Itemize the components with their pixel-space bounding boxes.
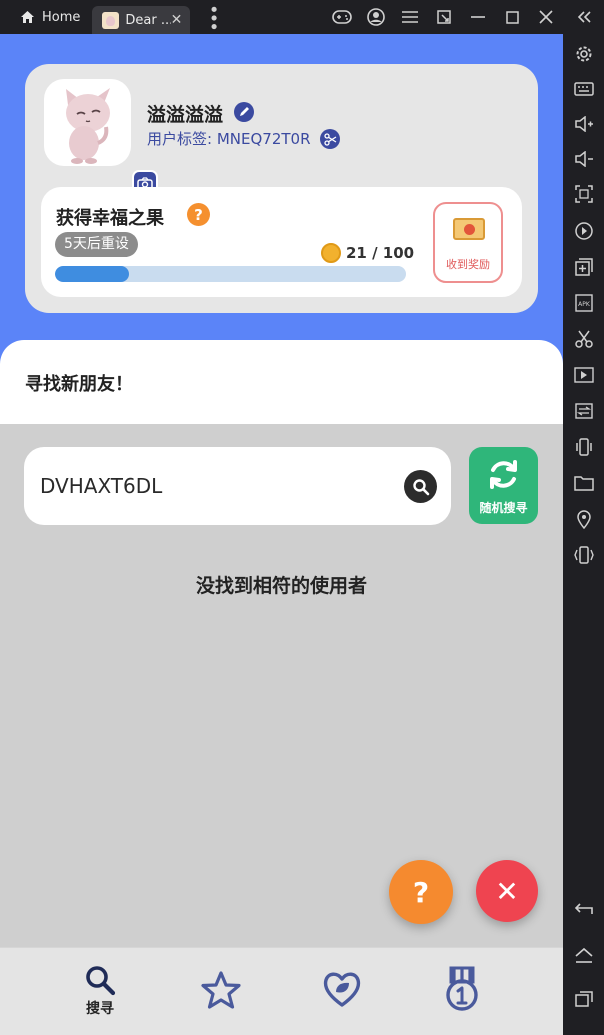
rotate-record-icon[interactable]	[563, 216, 604, 246]
more-vertical-icon[interactable]: •••	[202, 4, 223, 30]
refresh-icon	[490, 460, 517, 489]
tab-close-icon[interactable]: ✕	[171, 12, 183, 28]
search-icon	[86, 966, 116, 996]
help-button[interactable]: ?	[389, 860, 453, 924]
random-search-label: 随机搜寻	[479, 501, 528, 515]
android-home-icon[interactable]	[563, 940, 604, 970]
random-search-button[interactable]: 随机搜寻	[469, 447, 538, 524]
screenshot-scissors-icon[interactable]	[563, 324, 604, 354]
reward-help-icon[interactable]: ?	[187, 203, 210, 226]
edit-pencil-icon[interactable]	[234, 102, 254, 122]
claim-reward-button[interactable]: 收到奖励	[433, 202, 503, 283]
profile-card: 溢溢溢溢 用户标签: MNEQ72T0R 获得幸福之果 ? 5天后重设 21 /…	[25, 64, 538, 313]
close-button[interactable]: ✕	[476, 860, 538, 922]
search-button[interactable]	[404, 470, 437, 503]
emulator-window: Home Dear ... ✕ ••• APK 溢溢溢溢 用户标签: MNEQ7…	[0, 0, 604, 1035]
sync-icon[interactable]	[563, 396, 604, 426]
menu-icon[interactable]	[393, 0, 427, 34]
bottom-nav: 搜寻	[0, 947, 563, 1035]
settings-gear-icon[interactable]	[563, 39, 604, 69]
cat-avatar-icon	[66, 88, 110, 164]
recent-apps-icon[interactable]	[563, 984, 604, 1014]
app-screen: 溢溢溢溢 用户标签: MNEQ72T0R 获得幸福之果 ? 5天后重设 21 /…	[0, 34, 563, 1035]
video-record-icon[interactable]	[563, 360, 604, 390]
fullscreen-icon[interactable]	[563, 179, 604, 209]
user-tag-label: 用户标签:	[147, 130, 217, 148]
app-favicon-icon	[102, 11, 120, 29]
emulator-toolbar: APK	[563, 34, 604, 1035]
find-friends-header: 寻找新朋友！	[0, 340, 563, 424]
window-controls	[325, 0, 604, 34]
nav-item-search[interactable]: 搜寻	[60, 948, 140, 1035]
add-screen-icon[interactable]	[563, 252, 604, 282]
reward-title: 获得幸福之果	[56, 208, 164, 229]
rank-medal-icon	[446, 966, 478, 1011]
nav-item-favorites[interactable]	[181, 948, 261, 1035]
apk-install-icon[interactable]: APK	[563, 288, 604, 318]
reset-badge: 5天后重设	[55, 232, 138, 257]
gamepad-icon[interactable]	[325, 0, 359, 34]
keyboard-icon[interactable]	[563, 74, 604, 104]
user-tag-value: MNEQ72T0R	[216, 130, 311, 148]
tab-home[interactable]: Home	[0, 0, 92, 34]
nav-label-search: 搜寻	[86, 1001, 114, 1017]
nav-item-ranking[interactable]	[422, 948, 502, 1035]
progress-count: 21 / 100	[346, 244, 415, 262]
volume-up-icon[interactable]	[563, 109, 604, 139]
no-results-message: 没找到相符的使用者	[195, 575, 367, 597]
username: 溢溢溢溢	[147, 104, 224, 126]
account-icon[interactable]	[359, 0, 393, 34]
section-title: 寻找新朋友！	[25, 374, 133, 395]
ticket-icon	[453, 218, 485, 240]
location-pin-icon[interactable]	[563, 504, 604, 534]
home-icon	[21, 11, 34, 23]
nav-item-care[interactable]	[302, 948, 382, 1035]
search-box	[24, 447, 451, 525]
shake-icon[interactable]	[563, 432, 604, 462]
collapse-sidebar-icon[interactable]	[563, 0, 604, 34]
tab-app-label: Dear ...	[125, 12, 171, 28]
search-input[interactable]	[40, 471, 390, 501]
tab-app[interactable]: Dear ... ✕	[92, 6, 191, 34]
user-tag: 用户标签: MNEQ72T0R	[147, 128, 311, 149]
copy-tag-scissors-icon[interactable]	[320, 129, 340, 149]
progress-bar	[55, 266, 406, 282]
search-icon	[412, 478, 429, 495]
popout-icon[interactable]	[427, 0, 461, 34]
coin-icon	[321, 243, 341, 263]
tab-home-label: Home	[42, 9, 81, 25]
claim-reward-label: 收到奖励	[446, 258, 490, 271]
svg-text:APK: APK	[578, 301, 591, 308]
close-window-icon[interactable]	[529, 0, 563, 34]
folder-icon[interactable]	[563, 468, 604, 498]
title-bar: Home Dear ... ✕ •••	[0, 0, 604, 34]
back-icon[interactable]	[563, 894, 604, 924]
minimize-icon[interactable]	[461, 0, 495, 34]
star-icon	[201, 971, 241, 1009]
avatar[interactable]	[44, 79, 131, 166]
reward-panel: 获得幸福之果 ? 5天后重设 21 / 100 收到奖励	[41, 187, 522, 297]
heart-leaf-icon	[323, 972, 361, 1007]
maximize-icon[interactable]	[495, 0, 529, 34]
vibrate-icon[interactable]	[563, 540, 604, 570]
volume-down-icon[interactable]	[563, 144, 604, 174]
progress-fill	[55, 266, 129, 282]
